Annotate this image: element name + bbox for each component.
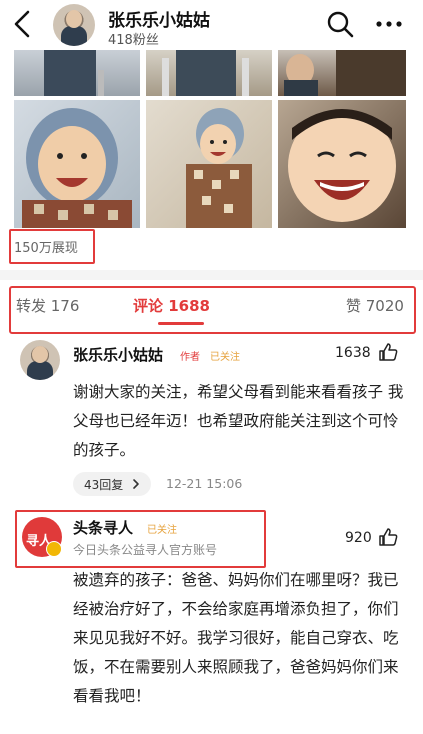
photo-2-illustration [162, 50, 249, 96]
post-photo-6[interactable] [278, 100, 406, 228]
highlight-frame-tabs [9, 286, 416, 334]
replies-count[interactable]: 43回复 [84, 476, 123, 493]
section-divider [0, 270, 423, 280]
comment-text: 谢谢大家的关注，希望父母看到能来看看孩子 我父母也已经年迈！也希望政府能关注到这… [73, 383, 404, 459]
author-badge: 作者 [180, 352, 200, 363]
thumbs-up-icon[interactable] [378, 527, 398, 547]
avatar-figure-body [61, 26, 87, 46]
back-arrow-icon[interactable] [8, 6, 38, 42]
highlight-frame-view-count [9, 229, 95, 264]
comment-text: 被遗弃的孩子：爸爸、妈妈你们在哪里呀？我已经被治疗好了，不会给家庭再增添负担了，… [73, 571, 399, 705]
followed-badge: 已关注 [210, 352, 240, 363]
photo-3-illustration [284, 50, 406, 96]
post-photo-2[interactable] [146, 50, 272, 96]
comment-like-count: 1638 [335, 345, 371, 361]
avatar-figure-head [32, 346, 48, 363]
photo-4-illustration [22, 108, 132, 228]
header-avatar[interactable] [53, 4, 95, 46]
comment-username[interactable]: 张乐乐小姑姑 [73, 344, 163, 365]
avatar-figure-body [27, 361, 53, 380]
photo-6-illustration [288, 109, 396, 222]
chevron-right-icon [133, 479, 139, 489]
comment-like-count: 920 [345, 530, 372, 546]
header-fans-count: 418粉丝 [108, 33, 159, 48]
post-photo-5[interactable] [146, 100, 272, 228]
photo-5-illustration [186, 108, 252, 228]
search-icon[interactable] [326, 10, 354, 38]
comment-avatar[interactable] [20, 340, 60, 380]
more-icon[interactable] [372, 12, 406, 36]
post-photo-4[interactable] [14, 100, 140, 228]
post-photo-1[interactable] [14, 50, 140, 96]
post-photo-3[interactable] [278, 50, 406, 96]
comment-timestamp: 12-21 15:06 [166, 476, 243, 491]
highlight-frame-official-account [15, 510, 266, 568]
avatar-figure-head [66, 10, 82, 28]
thumbs-up-icon[interactable] [378, 342, 398, 362]
header-username[interactable]: 张乐乐小姑姑 [108, 6, 210, 31]
photo-1-illustration [44, 50, 104, 96]
top-bar: 张乐乐小姑姑 418粉丝 [0, 0, 423, 50]
